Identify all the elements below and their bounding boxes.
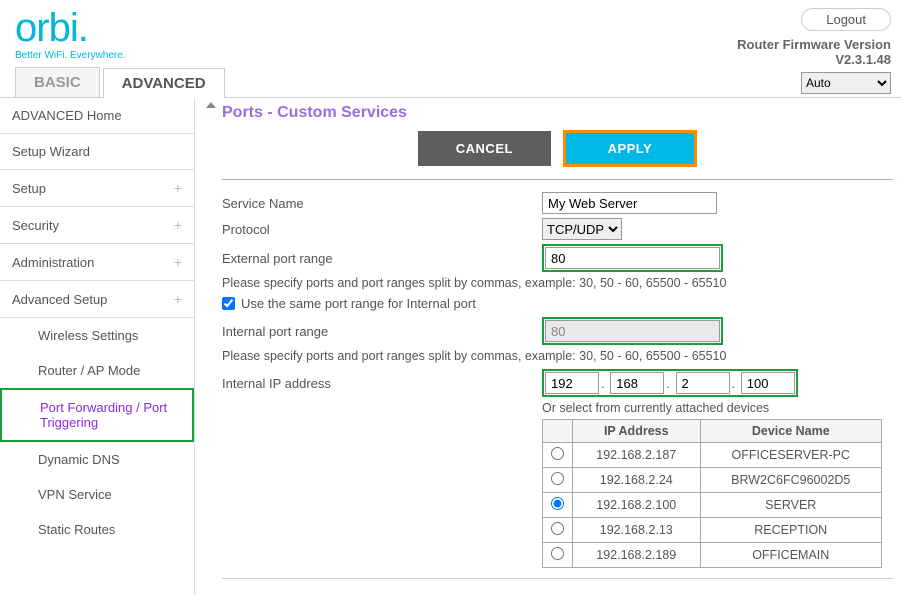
sidebar-item-setup[interactable]: Setup+ [0, 170, 194, 207]
cancel-button[interactable]: CANCEL [418, 131, 551, 166]
plus-icon: + [174, 291, 182, 307]
sidebar-item-advanced-setup[interactable]: Advanced Setup+ [0, 281, 194, 318]
external-port-input[interactable] [545, 247, 720, 269]
same-port-label: Use the same port range for Internal por… [241, 296, 476, 311]
device-radio[interactable] [551, 497, 564, 510]
subnav-item-static-routes[interactable]: Static Routes [0, 512, 194, 547]
device-name: SERVER [700, 493, 881, 518]
subnav-item-wireless-settings[interactable]: Wireless Settings [0, 318, 194, 353]
col-ip: IP Address [573, 420, 701, 443]
service-name-input[interactable] [542, 192, 717, 214]
internal-port-label: Internal port range [222, 324, 542, 339]
header-right: Logout Router Firmware Version V2.3.1.48 [737, 8, 891, 67]
port-hint-2: Please specify ports and port ranges spl… [222, 349, 893, 363]
tab-advanced[interactable]: ADVANCED [103, 68, 225, 98]
plus-icon: + [174, 254, 182, 270]
device-ip: 192.168.2.13 [573, 518, 701, 543]
device-ip: 192.168.2.24 [573, 468, 701, 493]
col-device-name: Device Name [700, 420, 881, 443]
ip-octet-2[interactable] [610, 372, 664, 394]
apply-button[interactable]: APPLY [563, 130, 698, 167]
logo: orbi. [15, 8, 126, 48]
protocol-select[interactable]: TCP/UDP [542, 218, 622, 240]
logo-block: orbi. Better WiFi. Everywhere. [15, 8, 126, 61]
firmware-version: V2.3.1.48 [737, 52, 891, 67]
tagline: Better WiFi. Everywhere. [15, 50, 126, 61]
col-select [543, 420, 573, 443]
ip-octet-1[interactable] [545, 372, 599, 394]
device-hint: Or select from currently attached device… [542, 401, 893, 415]
device-ip: 192.168.2.187 [573, 443, 701, 468]
device-name: RECEPTION [700, 518, 881, 543]
table-row: 192.168.2.100SERVER [543, 493, 882, 518]
device-radio[interactable] [551, 522, 564, 535]
device-ip: 192.168.2.189 [573, 543, 701, 568]
divider [222, 179, 893, 180]
sidebar-item-administration[interactable]: Administration+ [0, 244, 194, 281]
header: orbi. Better WiFi. Everywhere. Logout Ro… [0, 0, 901, 67]
button-row: CANCEL APPLY [222, 130, 893, 167]
sidebar: ADVANCED Home Setup Wizard Setup+ Securi… [0, 98, 195, 595]
service-name-label: Service Name [222, 196, 542, 211]
table-row: 192.168.2.187OFFICESERVER-PC [543, 443, 882, 468]
subnav-item-vpn-service[interactable]: VPN Service [0, 477, 194, 512]
internal-port-input [545, 320, 720, 342]
protocol-label: Protocol [222, 222, 542, 237]
table-row: 192.168.2.24BRW2C6FC96002D5 [543, 468, 882, 493]
subnav-item-router-ap-mode[interactable]: Router / AP Mode [0, 353, 194, 388]
device-radio[interactable] [551, 472, 564, 485]
external-port-label: External port range [222, 251, 542, 266]
subnav: Wireless Settings Router / AP Mode Port … [0, 318, 194, 547]
device-ip: 192.168.2.100 [573, 493, 701, 518]
device-name: BRW2C6FC96002D5 [700, 468, 881, 493]
table-row: 192.168.2.189OFFICEMAIN [543, 543, 882, 568]
language-select[interactable]: Auto [801, 72, 891, 94]
device-name: OFFICEMAIN [700, 543, 881, 568]
page-title: Ports - Custom Services [222, 104, 893, 122]
subnav-item-port-forwarding[interactable]: Port Forwarding / Port Triggering [0, 388, 194, 442]
internal-ip-label: Internal IP address [222, 376, 542, 391]
firmware-label: Router Firmware Version [737, 37, 891, 52]
tab-basic[interactable]: BASIC [15, 67, 100, 97]
device-radio[interactable] [551, 547, 564, 560]
sidebar-item-advanced-home[interactable]: ADVANCED Home [0, 98, 194, 134]
port-hint-1: Please specify ports and port ranges spl… [222, 276, 893, 290]
device-name: OFFICESERVER-PC [700, 443, 881, 468]
internal-ip-group: . . . [542, 369, 798, 397]
scroll-up-icon[interactable] [206, 102, 216, 108]
same-port-checkbox[interactable] [222, 297, 235, 310]
logout-button[interactable]: Logout [801, 8, 891, 31]
main: Ports - Custom Services CANCEL APPLY Ser… [195, 98, 901, 595]
plus-icon: + [174, 217, 182, 233]
table-row: 192.168.2.13RECEPTION [543, 518, 882, 543]
device-table: IP Address Device Name 192.168.2.187OFFI… [542, 419, 882, 568]
subnav-item-dynamic-dns[interactable]: Dynamic DNS [0, 442, 194, 477]
tabs-row: BASIC ADVANCED Auto [0, 67, 901, 98]
plus-icon: + [174, 180, 182, 196]
ip-octet-4[interactable] [741, 372, 795, 394]
scrollbar[interactable] [203, 98, 218, 585]
device-radio[interactable] [551, 447, 564, 460]
divider-bottom [222, 578, 893, 579]
sidebar-item-security[interactable]: Security+ [0, 207, 194, 244]
ip-octet-3[interactable] [676, 372, 730, 394]
sidebar-item-setup-wizard[interactable]: Setup Wizard [0, 134, 194, 170]
